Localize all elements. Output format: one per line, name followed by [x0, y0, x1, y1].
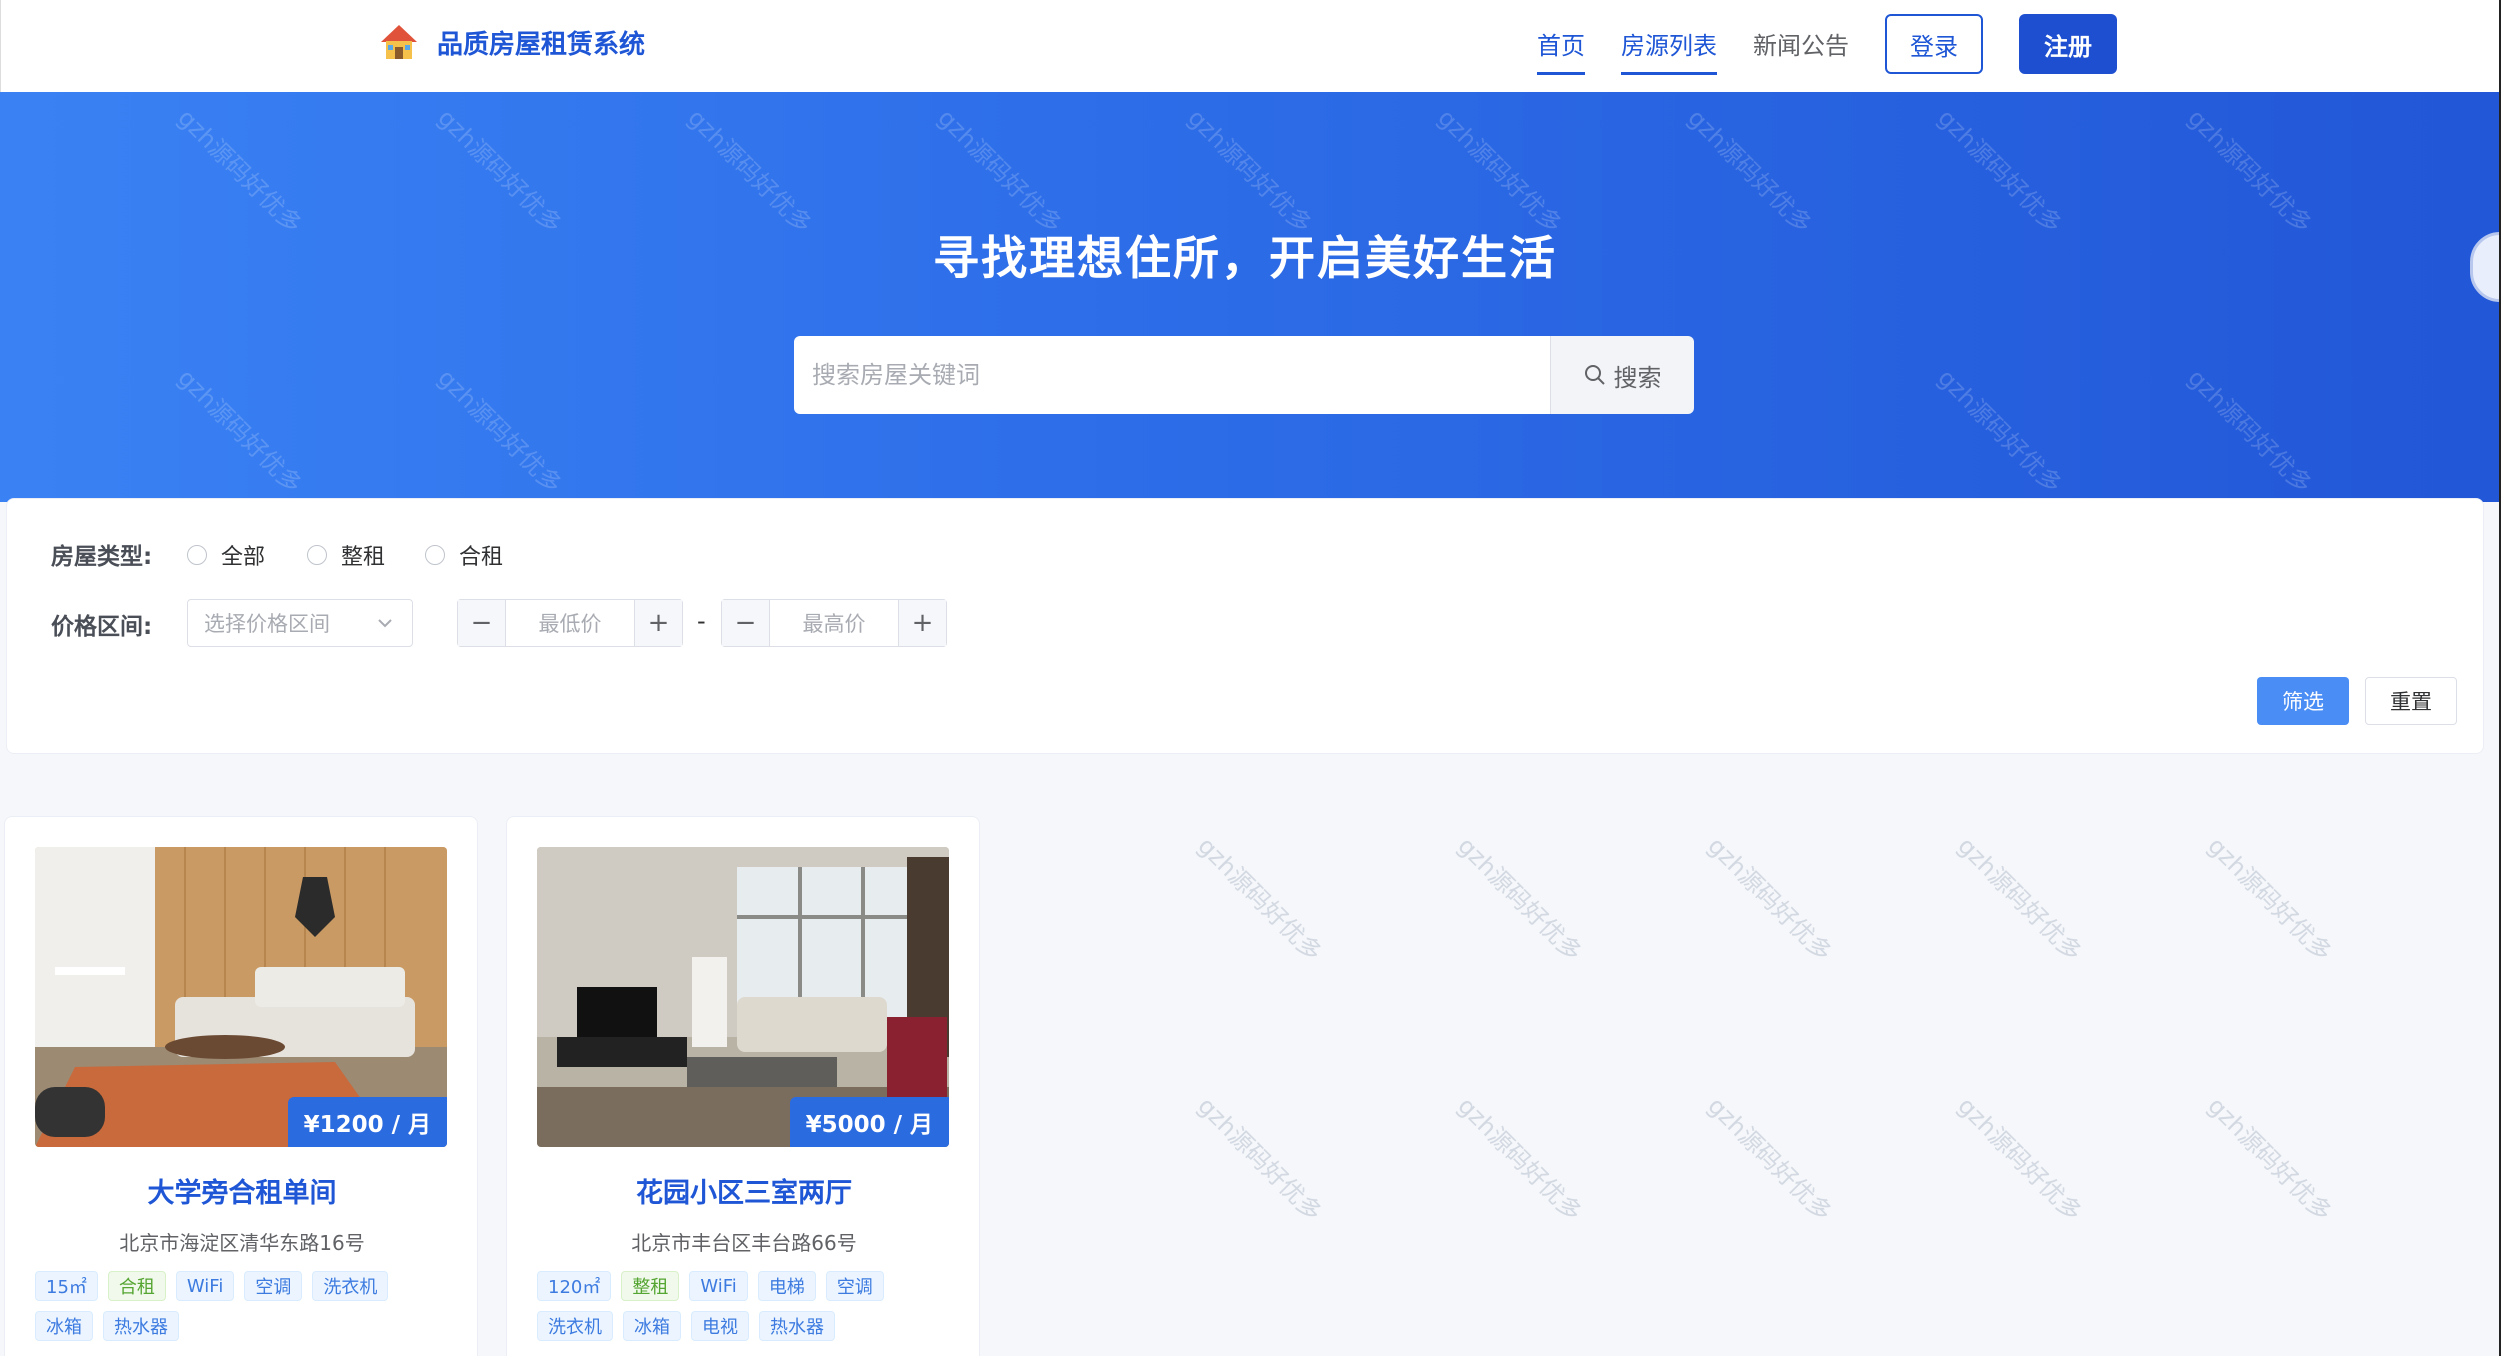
- filter-button[interactable]: 筛选: [2257, 677, 2349, 725]
- watermark: gzh源码好优多: [932, 103, 1068, 239]
- watermark: gzh源码好优多: [1182, 103, 1318, 239]
- house-icon: [379, 22, 419, 62]
- max-price-input[interactable]: 最高价: [770, 600, 898, 646]
- tag-amenity: 电梯: [757, 1271, 816, 1301]
- radio-circle: [307, 545, 327, 565]
- tag-list: 120㎡ 整租 WiFi 电梯 空调 洗衣机 冰箱 电视 热水器: [537, 1271, 957, 1341]
- tag-amenity: 电视: [691, 1311, 749, 1341]
- filter-panel: 房屋类型: 全部 整租 合租 价格区间: 选择价格区间 − 最低价 + - −: [6, 498, 2484, 754]
- search-box: 搜索: [794, 336, 1694, 414]
- max-price-decrement[interactable]: −: [722, 600, 770, 646]
- price-badge: ¥1200 / 月: [287, 1097, 447, 1147]
- watermark: gzh源码好优多: [682, 103, 818, 239]
- nav-listings[interactable]: 房源列表: [1621, 26, 1717, 75]
- watermark: gzh源码好优多: [1192, 1091, 1328, 1227]
- watermark: gzh源码好优多: [1702, 831, 1838, 967]
- radio-shared[interactable]: 合租: [425, 539, 503, 571]
- radio-circle: [425, 545, 445, 565]
- hero-banner: gzh源码好优多 gzh源码好优多 gzh源码好优多 gzh源码好优多 gzh源…: [0, 92, 2499, 502]
- watermark: gzh源码好优多: [1952, 831, 2088, 967]
- watermark: gzh源码好优多: [1932, 363, 2068, 499]
- tag-amenity: WiFi: [175, 1271, 235, 1301]
- watermark: gzh源码好优多: [172, 363, 308, 499]
- radio-all[interactable]: 全部: [187, 539, 265, 571]
- hero-title: 寻找理想住所，开启美好生活: [933, 231, 1557, 285]
- listing-title[interactable]: 大学旁合租单间: [5, 1171, 479, 1210]
- select-placeholder: 选择价格区间: [204, 612, 330, 636]
- watermark: gzh源码好优多: [2182, 103, 2318, 239]
- watermark: gzh源码好优多: [1952, 1091, 2088, 1227]
- watermark: gzh源码好优多: [1682, 103, 1818, 239]
- watermark: gzh源码好优多: [1432, 103, 1568, 239]
- nav-home[interactable]: 首页: [1537, 26, 1585, 75]
- listing-photo[interactable]: ¥1200 / 月: [35, 847, 447, 1147]
- tag-amenity: 洗衣机: [537, 1311, 613, 1341]
- reset-button[interactable]: 重置: [2365, 677, 2457, 725]
- radio-circle: [187, 545, 207, 565]
- tag-rent-type: 合租: [107, 1271, 166, 1301]
- tag-amenity: 空调: [244, 1271, 303, 1301]
- watermark: gzh源码好优多: [432, 103, 568, 239]
- tag-area: 15㎡: [35, 1271, 98, 1301]
- watermark: gzh源码好优多: [172, 103, 308, 239]
- range-separator: -: [697, 607, 706, 635]
- price-badge: ¥5000 / 月: [789, 1097, 949, 1147]
- tag-area: 120㎡: [537, 1271, 612, 1301]
- top-header: 品质房屋租赁系统 首页 房源列表 新闻公告 登录 注册: [0, 0, 2499, 92]
- max-price-stepper: − 最高价 +: [721, 599, 947, 647]
- search-button-label: 搜索: [1613, 363, 1662, 392]
- watermark: gzh源码好优多: [1932, 103, 2068, 239]
- tag-rent-type: 整租: [621, 1271, 680, 1301]
- app-title: 品质房屋租赁系统: [437, 29, 646, 60]
- tag-amenity: 热水器: [759, 1311, 835, 1341]
- tag-list: 15㎡ 合租 WiFi 空调 洗衣机 冰箱 热水器: [35, 1271, 455, 1341]
- page: 品质房屋租赁系统 首页 房源列表 新闻公告 登录 注册 gzh源码好优多 gzh…: [0, 0, 2501, 1356]
- house-type-label: 房屋类型:: [51, 544, 153, 570]
- listing-title[interactable]: 花园小区三室两厅: [507, 1171, 981, 1210]
- min-price-decrement[interactable]: −: [458, 600, 506, 646]
- tag-amenity: WiFi: [689, 1271, 748, 1301]
- listing-address: 北京市海淀区清华东路16号: [119, 1231, 365, 1255]
- search-button[interactable]: 搜索: [1550, 336, 1694, 414]
- chevron-down-icon: [378, 619, 392, 628]
- tag-amenity: 空调: [825, 1271, 884, 1301]
- min-price-input[interactable]: 最低价: [506, 600, 634, 646]
- radio-label: 合租: [459, 545, 504, 570]
- radio-label: 全部: [221, 545, 266, 570]
- tag-amenity: 热水器: [103, 1311, 179, 1341]
- watermark: gzh源码好优多: [2182, 363, 2318, 499]
- min-price-stepper: − 最低价 +: [457, 599, 683, 647]
- listing-card[interactable]: ¥5000 / 月 花园小区三室两厅 北京市丰台区丰台路66号 120㎡ 整租 …: [506, 816, 980, 1356]
- watermark: gzh源码好优多: [1702, 1091, 1838, 1227]
- radio-label: 整租: [341, 545, 386, 570]
- price-range-select[interactable]: 选择价格区间: [187, 599, 413, 647]
- watermark: gzh源码好优多: [2202, 831, 2338, 967]
- logo[interactable]: 品质房屋租赁系统: [379, 22, 645, 62]
- register-button[interactable]: 注册: [2019, 14, 2117, 74]
- tag-amenity: 冰箱: [35, 1311, 93, 1341]
- search-icon: [1584, 365, 1605, 385]
- listing-photo[interactable]: ¥5000 / 月: [537, 847, 949, 1147]
- watermark: gzh源码好优多: [1192, 831, 1328, 967]
- watermark: gzh源码好优多: [432, 363, 568, 499]
- price-range-label: 价格区间:: [51, 614, 153, 640]
- tag-amenity: 洗衣机: [312, 1271, 389, 1301]
- nav-news[interactable]: 新闻公告: [1753, 26, 1849, 61]
- search-input[interactable]: [794, 336, 1550, 414]
- login-button[interactable]: 登录: [1885, 14, 1983, 74]
- watermark: gzh源码好优多: [1452, 1091, 1588, 1227]
- listing-card[interactable]: ¥1200 / 月 大学旁合租单间 北京市海淀区清华东路16号 15㎡ 合租 W…: [4, 816, 478, 1356]
- min-price-increment[interactable]: +: [634, 600, 682, 646]
- tag-amenity: 冰箱: [623, 1311, 681, 1341]
- watermark: gzh源码好优多: [1452, 831, 1588, 967]
- watermark: gzh源码好优多: [2202, 1091, 2338, 1227]
- radio-whole[interactable]: 整租: [307, 539, 385, 571]
- listing-address: 北京市丰台区丰台路66号: [631, 1231, 857, 1255]
- max-price-increment[interactable]: +: [898, 600, 946, 646]
